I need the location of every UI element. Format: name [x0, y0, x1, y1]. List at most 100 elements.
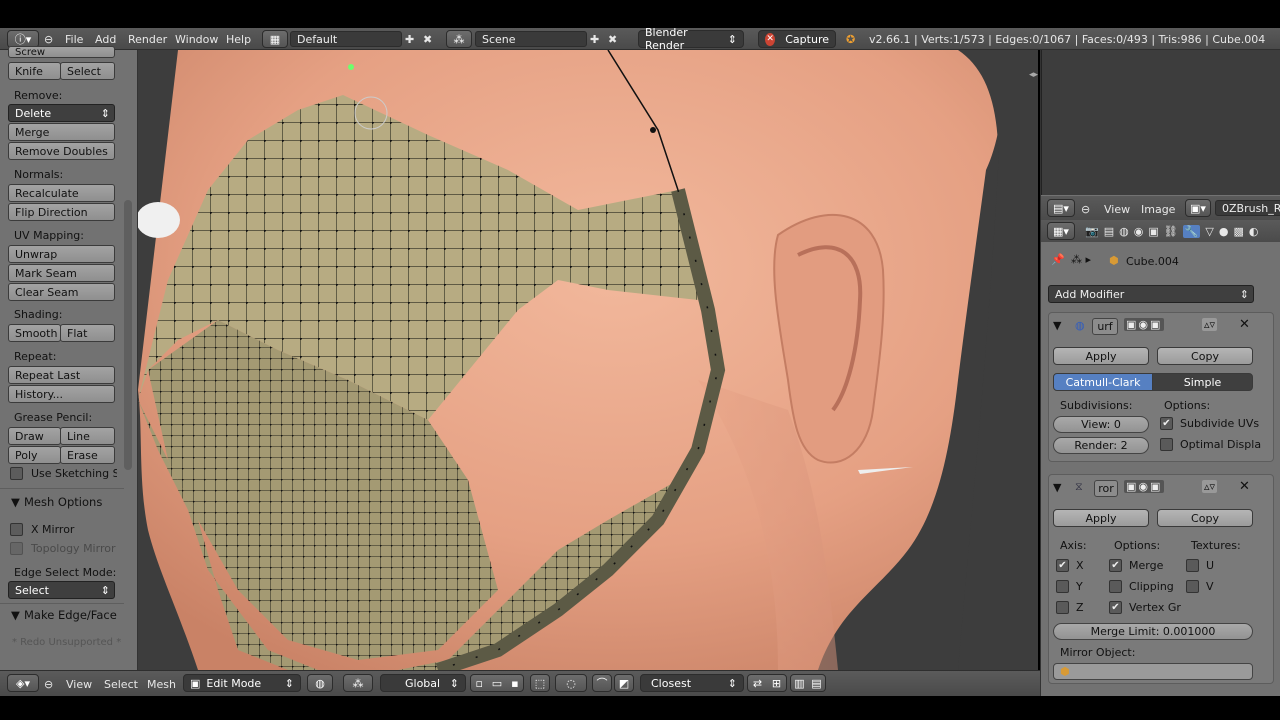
mirror-copy-button[interactable]: Copy	[1157, 509, 1253, 527]
edge-select-mode-dropdown[interactable]: Select ⇕	[8, 581, 115, 599]
snap-toggle-icon[interactable]: ⌒	[592, 674, 612, 692]
menu-view[interactable]: View	[1104, 200, 1130, 218]
repeat-last-button[interactable]: Repeat Last	[8, 366, 115, 384]
move-up-down-icons[interactable]: ▵▿	[1202, 480, 1218, 493]
area-join-icon[interactable]: ◂▸	[1029, 70, 1038, 80]
vertex-groups-checkbox[interactable]: ✔	[1109, 601, 1122, 614]
object-tab-icon[interactable]: ▣	[1148, 225, 1158, 238]
axis-y-checkbox[interactable]	[1056, 580, 1069, 593]
collapse-triangle-icon[interactable]: ▼	[1053, 481, 1061, 494]
physics-tab-icon[interactable]: ◐	[1249, 225, 1259, 238]
edge-select-icon[interactable]: ▭	[492, 677, 502, 690]
render-engine-dropdown[interactable]: Blender Render ⇕	[638, 26, 744, 52]
use-sketching-checkbox[interactable]	[10, 467, 23, 480]
line-button[interactable]: Line	[60, 427, 115, 445]
mirror-object-field[interactable]: ⬢	[1053, 663, 1253, 680]
browse-image-icon[interactable]: ▣▾	[1185, 199, 1211, 217]
image-name-field[interactable]: 0ZBrush_Rec	[1215, 200, 1280, 216]
constraints-tab-icon[interactable]: ⛓	[1164, 225, 1178, 238]
select-mode-buttons[interactable]: ▫ ▭ ▪	[470, 674, 524, 692]
remove-modifier-icon[interactable]: ✕	[1239, 479, 1250, 494]
opengl-render-icon[interactable]: ▥	[794, 677, 804, 690]
simple-toggle[interactable]: Simple	[1152, 373, 1253, 391]
3d-view-editor-icon[interactable]: ◈▾	[7, 674, 39, 692]
collapse-menu-icon[interactable]: ⊖	[44, 675, 53, 693]
subsurf-apply-button[interactable]: Apply	[1053, 347, 1149, 365]
poly-button[interactable]: Poly	[8, 446, 61, 464]
remove-scene-icon[interactable]: ✖	[608, 30, 622, 48]
vertex-select-icon[interactable]: ▫	[475, 677, 482, 690]
scene-name-field[interactable]: Scene	[475, 31, 587, 47]
layout-icon[interactable]: ▦	[262, 30, 288, 48]
snap-project-icon[interactable]: ⊞	[772, 677, 781, 690]
erase-button[interactable]: Erase	[60, 446, 115, 464]
material-tab-icon[interactable]: ●	[1219, 225, 1229, 238]
menu-render[interactable]: Render	[128, 30, 167, 48]
screw-button[interactable]: Screw	[8, 46, 115, 58]
snap-options[interactable]: ⇄ ⊞	[747, 674, 787, 692]
menu-view[interactable]: View	[66, 675, 92, 693]
layout-name-field[interactable]: Default	[290, 31, 402, 47]
snap-element-icon[interactable]: ◩	[614, 674, 634, 692]
viewport-shading-icon[interactable]: ◍	[307, 674, 333, 692]
menu-window[interactable]: Window	[175, 30, 218, 48]
render-tab-icon[interactable]: 📷	[1085, 225, 1099, 238]
history-button[interactable]: History...	[8, 385, 115, 403]
merge-button[interactable]: Merge	[8, 123, 115, 141]
x-mirror-checkbox[interactable]	[10, 523, 23, 536]
image-editor-icon[interactable]: ▤▾	[1047, 199, 1075, 217]
axis-z-checkbox[interactable]	[1056, 601, 1069, 614]
scene-icon[interactable]: ⁂	[446, 30, 472, 48]
scene-tab-icon[interactable]: ◍	[1119, 225, 1129, 238]
collapse-triangle-icon[interactable]: ▼	[1053, 319, 1061, 332]
texture-tab-icon[interactable]: ▩	[1233, 225, 1243, 238]
axis-x-checkbox[interactable]: ✔	[1056, 559, 1069, 572]
tool-shelf-scrollbar[interactable]	[124, 200, 132, 470]
clipping-checkbox[interactable]	[1109, 580, 1122, 593]
render-levels-field[interactable]: Render: 2	[1053, 437, 1149, 454]
collapse-menu-icon[interactable]: ⊖	[1081, 200, 1090, 218]
delete-dropdown[interactable]: Delete ⇕	[8, 104, 115, 122]
pivot-point-icon[interactable]: ⁂	[343, 674, 373, 692]
align-rotation-icon[interactable]: ⇄	[753, 677, 762, 690]
mode-dropdown[interactable]: ▣ Edit Mode ⇕	[183, 674, 301, 692]
layers-tab-icon[interactable]: ▤	[1104, 225, 1114, 238]
add-scene-icon[interactable]: ✚	[590, 30, 604, 48]
menu-select[interactable]: Select	[104, 675, 138, 693]
merge-checkbox[interactable]: ✔	[1109, 559, 1122, 572]
view-levels-field[interactable]: View: 0	[1053, 416, 1149, 433]
limit-selection-icon[interactable]: ⬚	[530, 674, 550, 692]
render-buttons[interactable]: ▥ ▤	[790, 674, 826, 692]
world-tab-icon[interactable]: ◉	[1134, 225, 1144, 238]
smooth-button[interactable]: Smooth	[8, 324, 61, 342]
opengl-anim-icon[interactable]: ▤	[811, 677, 821, 690]
visibility-toggles[interactable]: ▣◉▣	[1124, 480, 1165, 493]
make-edge-face-header[interactable]: Make Edge/Face	[24, 608, 117, 622]
clear-seam-button[interactable]: Clear Seam	[8, 283, 115, 301]
subsurf-copy-button[interactable]: Copy	[1157, 347, 1253, 365]
mesh-options-header[interactable]: Mesh Options	[24, 495, 102, 509]
topology-mirror-checkbox[interactable]	[10, 542, 23, 555]
remove-layout-icon[interactable]: ✖	[423, 30, 437, 48]
optimal-display-checkbox[interactable]	[1160, 438, 1173, 451]
pin-icon[interactable]: 📌	[1051, 253, 1065, 266]
merge-limit-field[interactable]: Merge Limit: 0.001000	[1053, 623, 1253, 640]
data-tab-icon[interactable]: ▽	[1205, 225, 1213, 238]
remove-doubles-button[interactable]: Remove Doubles	[8, 142, 115, 160]
select-button[interactable]: Select	[60, 62, 115, 80]
proportional-edit-icon[interactable]: ◌	[555, 674, 587, 692]
face-select-icon[interactable]: ▪	[511, 677, 518, 690]
remove-modifier-icon[interactable]: ✕	[1239, 317, 1250, 332]
add-modifier-dropdown[interactable]: Add Modifier ⇕	[1048, 285, 1254, 303]
flip-direction-button[interactable]: Flip Direction	[8, 203, 115, 221]
menu-mesh[interactable]: Mesh	[147, 675, 176, 693]
menu-image[interactable]: Image	[1141, 200, 1175, 218]
properties-editor-icon[interactable]: ▦▾	[1047, 222, 1075, 240]
menu-help[interactable]: Help	[226, 30, 251, 48]
transform-orientation-dropdown[interactable]: Global ⇕	[380, 674, 466, 692]
catmull-clark-toggle[interactable]: Catmull-Clark	[1053, 373, 1153, 391]
draw-button[interactable]: Draw	[8, 427, 61, 445]
mirror-name-field[interactable]: ror	[1094, 480, 1118, 497]
expand-triangle-icon[interactable]: ▼	[11, 495, 20, 509]
visibility-toggles[interactable]: ▣◉▣	[1124, 318, 1165, 331]
